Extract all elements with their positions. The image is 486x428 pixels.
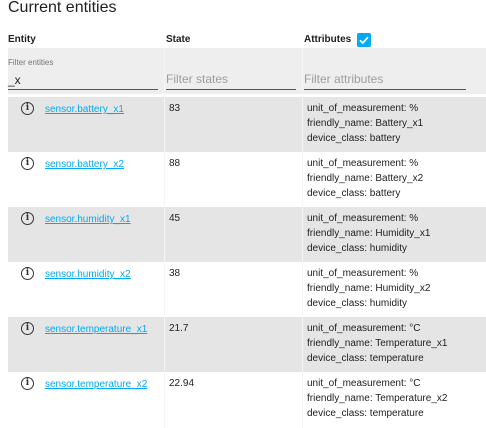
entity-attributes: unit_of_measurement: % friendly_name: Bat…	[307, 156, 423, 201]
attribute-line: device_class: battery	[307, 133, 401, 144]
attribute-line: unit_of_measurement: %	[307, 213, 419, 224]
entity-attributes: unit_of_measurement: % friendly_name: Hum…	[307, 211, 430, 256]
entity-attributes: unit_of_measurement: °C friendly_name: Te…	[307, 321, 447, 366]
column-divider	[164, 48, 165, 428]
column-divider	[302, 48, 303, 428]
entity-link[interactable]: sensor.temperature_x2	[45, 379, 147, 390]
attribute-line: device_class: humidity	[307, 243, 408, 254]
attribute-line: friendly_name: Battery_x2	[307, 173, 424, 184]
entity-state: 22.94	[169, 378, 195, 389]
attribute-line: unit_of_measurement: %	[307, 103, 419, 114]
entity-attributes: unit_of_measurement: % friendly_name: Bat…	[307, 101, 423, 146]
state-filter-field[interactable]: Filter states	[166, 48, 296, 94]
attribute-line: device_class: temperature	[307, 408, 424, 419]
entity-filter-underline	[8, 89, 158, 90]
entity-filter-input[interactable]: _x	[8, 73, 21, 87]
attributes-filter-field[interactable]: Filter attributes	[304, 48, 466, 94]
info-icon[interactable]: i	[21, 322, 34, 335]
table-row: i sensor.temperature_x1 21.7 unit_of_measur…	[8, 317, 486, 372]
entity-link[interactable]: sensor.humidity_x2	[45, 269, 131, 280]
entity-link[interactable]: sensor.battery_x1	[45, 104, 124, 115]
entity-column-header: Entity	[8, 34, 36, 45]
info-icon[interactable]: i	[21, 267, 34, 280]
attributes-filter-input[interactable]: Filter attributes	[304, 72, 383, 86]
entity-state: 38	[169, 268, 181, 279]
attribute-line: device_class: humidity	[307, 298, 408, 309]
entity-filter-label: Filter entities	[8, 58, 54, 67]
attributes-filter-underline	[304, 89, 466, 90]
table-row: i sensor.humidity_x1 45 unit_of_measurement…	[8, 207, 486, 262]
info-icon[interactable]: i	[21, 102, 34, 115]
filter-bar: Filter entities _x Filter states Filter …	[8, 48, 486, 94]
entity-filter-field[interactable]: Filter entities _x	[8, 48, 158, 94]
state-filter-underline	[166, 89, 296, 90]
table-row: i sensor.temperature_x2 22.94 unit_of_measu…	[8, 372, 486, 427]
table-row: i sensor.battery_x1 83 unit_of_measurement:…	[8, 97, 486, 152]
entity-state: 21.7	[169, 323, 189, 334]
table-row: i sensor.humidity_x2 38 unit_of_measurement…	[8, 262, 486, 317]
entity-link[interactable]: sensor.temperature_x1	[45, 324, 147, 335]
info-icon[interactable]: i	[21, 157, 34, 170]
checkmark-icon	[359, 36, 369, 45]
entity-state: 83	[169, 103, 181, 114]
entity-attributes: unit_of_measurement: °C friendly_name: Te…	[307, 376, 447, 421]
state-filter-input[interactable]: Filter states	[166, 72, 228, 86]
info-icon[interactable]: i	[21, 212, 34, 225]
attribute-line: friendly_name: Humidity_x2	[307, 283, 431, 294]
entity-link[interactable]: sensor.battery_x2	[45, 159, 124, 170]
attribute-line: unit_of_measurement: %	[307, 268, 419, 279]
attribute-line: unit_of_measurement: °C	[307, 378, 421, 389]
attributes-checkbox[interactable]	[357, 33, 371, 47]
state-column-header: State	[166, 34, 191, 45]
attribute-line: unit_of_measurement: °C	[307, 323, 421, 334]
attribute-line: friendly_name: Battery_x1	[307, 118, 424, 129]
info-icon[interactable]: i	[21, 377, 34, 390]
entity-attributes: unit_of_measurement: % friendly_name: Hum…	[307, 266, 430, 311]
attribute-line: device_class: temperature	[307, 353, 424, 364]
attribute-line: friendly_name: Humidity_x1	[307, 228, 431, 239]
attribute-line: friendly_name: Temperature_x1	[307, 338, 448, 349]
attribute-line: friendly_name: Temperature_x2	[307, 393, 448, 404]
attribute-line: device_class: battery	[307, 188, 401, 199]
page-title: Current entities	[8, 0, 117, 16]
attributes-column-header: Attributes	[304, 34, 352, 45]
entity-state: 88	[169, 158, 181, 169]
entity-state: 45	[169, 213, 181, 224]
attribute-line: unit_of_measurement: %	[307, 158, 419, 169]
table-row: i sensor.battery_x2 88 unit_of_measurement:…	[8, 152, 486, 207]
entity-link[interactable]: sensor.humidity_x1	[45, 214, 131, 225]
